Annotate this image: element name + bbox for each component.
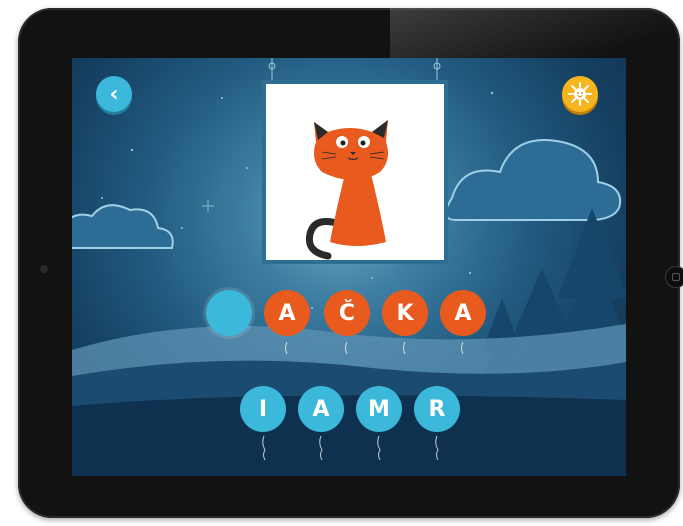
answer-balloon[interactable]: Č [324,290,370,336]
home-button[interactable] [665,266,683,288]
ground [72,395,626,476]
letter-choice-balloon[interactable]: R [414,386,460,432]
answer-balloon[interactable]: K [382,290,428,336]
letter-choice-balloon[interactable]: M [356,386,402,432]
answer-slot-empty[interactable] [206,290,252,336]
front-camera [40,265,48,273]
picture-card [262,80,448,264]
letter-choice-balloon[interactable]: I [240,386,286,432]
settings-sun-button[interactable] [562,76,598,112]
answer-balloon[interactable]: A [440,290,486,336]
cat-icon [305,120,388,260]
sparkle-star [202,200,214,212]
letter-choice-balloon[interactable]: A [298,386,344,432]
sun-icon [568,82,592,106]
back-button[interactable]: ‹ [96,76,132,112]
cloud-left [72,204,174,249]
cloud-right [445,139,622,221]
answer-balloon[interactable]: A [264,290,310,336]
game-screen: ‹ A Č K A I A M R [72,58,626,476]
chevron-left-icon: ‹ [109,81,119,107]
